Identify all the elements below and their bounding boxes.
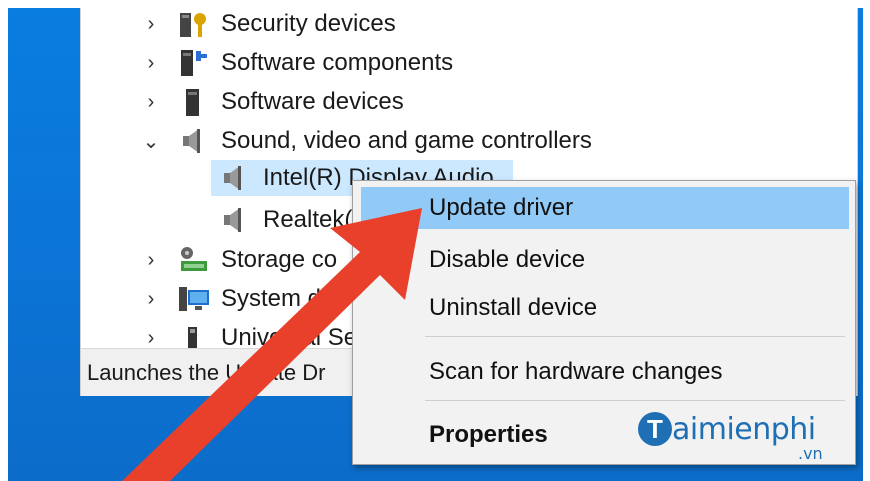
arrow-shape [122, 208, 422, 481]
red-pointer-arrow [122, 208, 422, 481]
frame-border-left [0, 0, 8, 481]
frame-border-right [863, 0, 870, 481]
frame-border-top [0, 0, 870, 8]
